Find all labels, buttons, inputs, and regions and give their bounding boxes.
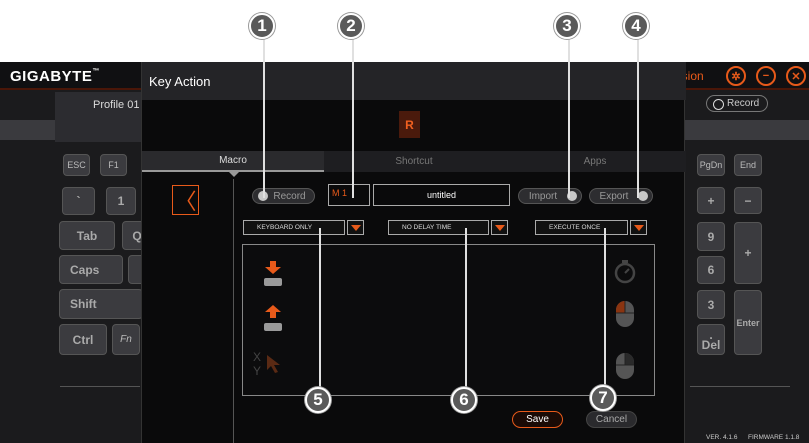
dialog-title: Key Action — [149, 74, 211, 89]
callout-badge-1: 1 — [249, 13, 275, 39]
bg-record-button[interactable]: Record — [706, 95, 768, 112]
macro-editor-area[interactable]: XY — [242, 244, 655, 396]
key-num-9: 9 — [697, 222, 725, 251]
macro-name-field[interactable]: untitled — [373, 184, 510, 206]
mouse-left-click-icon[interactable] — [615, 300, 635, 333]
key-num-plus: + — [734, 222, 762, 284]
record-button[interactable]: Record — [252, 188, 315, 204]
chevron-down-icon[interactable] — [491, 220, 508, 235]
divider-line-right — [690, 386, 790, 387]
callout-leader-2 — [352, 28, 354, 198]
callout-badge-7: 7 — [590, 385, 616, 411]
key-num-del: . Del — [697, 324, 725, 355]
callout-badge-4: 4 — [623, 13, 649, 39]
minimize-icon[interactable]: − — [756, 66, 776, 86]
key-up-arrow-icon[interactable] — [265, 305, 281, 323]
selected-key-badge: R — [399, 111, 420, 138]
key-num-minus: − — [734, 187, 762, 214]
left-divider — [233, 179, 234, 443]
settings-gear-icon[interactable]: ✲ — [726, 66, 746, 86]
key-pgdn: PgDn — [697, 154, 725, 176]
callout-leader-6 — [465, 228, 467, 390]
tab-shortcut[interactable]: Shortcut — [324, 151, 504, 172]
key-esc: ESC — [63, 154, 90, 176]
cancel-button[interactable]: Cancel — [586, 411, 637, 428]
key-caps: Caps — [59, 255, 123, 284]
mouse-right-click-icon[interactable] — [615, 352, 635, 385]
callout-leader-3 — [568, 28, 570, 198]
xy-label: XY — [253, 350, 262, 378]
close-icon[interactable]: ✕ — [786, 66, 806, 86]
chevron-down-icon[interactable] — [630, 220, 647, 235]
key-1: 1 — [106, 187, 136, 215]
callout-leader-5 — [319, 228, 321, 390]
key-f1: F1 — [100, 154, 127, 176]
export-indicator-icon — [638, 191, 648, 201]
profile-strip-right — [685, 120, 809, 140]
callout-leader-1 — [263, 28, 265, 198]
key-num-3: 3 — [697, 290, 725, 319]
key-down-keycap — [264, 278, 282, 286]
callout-leader-7 — [604, 228, 606, 390]
divider-line — [60, 386, 140, 387]
export-button[interactable]: Export — [589, 188, 653, 204]
chevron-left-icon: 〈 — [174, 189, 197, 214]
record-dot-icon — [713, 99, 724, 110]
macro-id-field[interactable]: M 1 — [328, 184, 370, 206]
chevron-down-icon[interactable] — [347, 220, 364, 235]
key-fn: Fn — [112, 324, 140, 355]
tab-macro[interactable]: Macro — [142, 151, 324, 172]
firmware-label: FIRMWARE 1.1.8 — [748, 434, 800, 441]
key-tab: Tab — [59, 221, 115, 250]
gigabyte-logo: GIGABYTE™ — [10, 68, 100, 85]
profile-strip-left — [0, 120, 55, 140]
callout-badge-5: 5 — [305, 387, 331, 413]
import-button[interactable]: Import — [518, 188, 582, 204]
mouse-cursor-icon[interactable] — [267, 355, 281, 378]
stopwatch-icon[interactable] — [613, 260, 637, 289]
key-end: End — [734, 154, 762, 176]
device-mode-dropdown[interactable]: KEYBOARD ONLY — [243, 220, 345, 235]
key-up-keycap — [264, 323, 282, 331]
key-num-plus-top: + — [697, 187, 725, 214]
key-ctrl: Ctrl — [59, 324, 107, 355]
back-button[interactable]: 〈 — [172, 185, 199, 215]
execute-mode-dropdown[interactable]: EXECUTE ONCE — [535, 220, 628, 235]
callout-badge-2: 2 — [338, 13, 364, 39]
delay-mode-dropdown[interactable]: NO DELAY TIME — [388, 220, 489, 235]
key-tilde: ` — [62, 187, 95, 215]
key-num-enter: Enter — [734, 290, 762, 355]
key-shift: Shift — [59, 289, 143, 319]
callout-leader-4 — [637, 28, 639, 198]
key-num-6: 6 — [697, 256, 725, 284]
dialog-tabs: Macro Shortcut Apps — [142, 151, 686, 172]
tab-apps[interactable]: Apps — [504, 151, 686, 172]
save-button[interactable]: Save — [512, 411, 563, 428]
key-down-arrow-icon[interactable] — [265, 261, 281, 279]
version-label: VER. 4.1.6 — [706, 434, 738, 441]
dialog-header — [142, 62, 686, 100]
callout-badge-3: 3 — [554, 13, 580, 39]
profile-tab[interactable]: Profile 01 — [55, 92, 143, 142]
callout-badge-6: 6 — [451, 387, 477, 413]
tab-pointer-icon — [229, 172, 239, 177]
